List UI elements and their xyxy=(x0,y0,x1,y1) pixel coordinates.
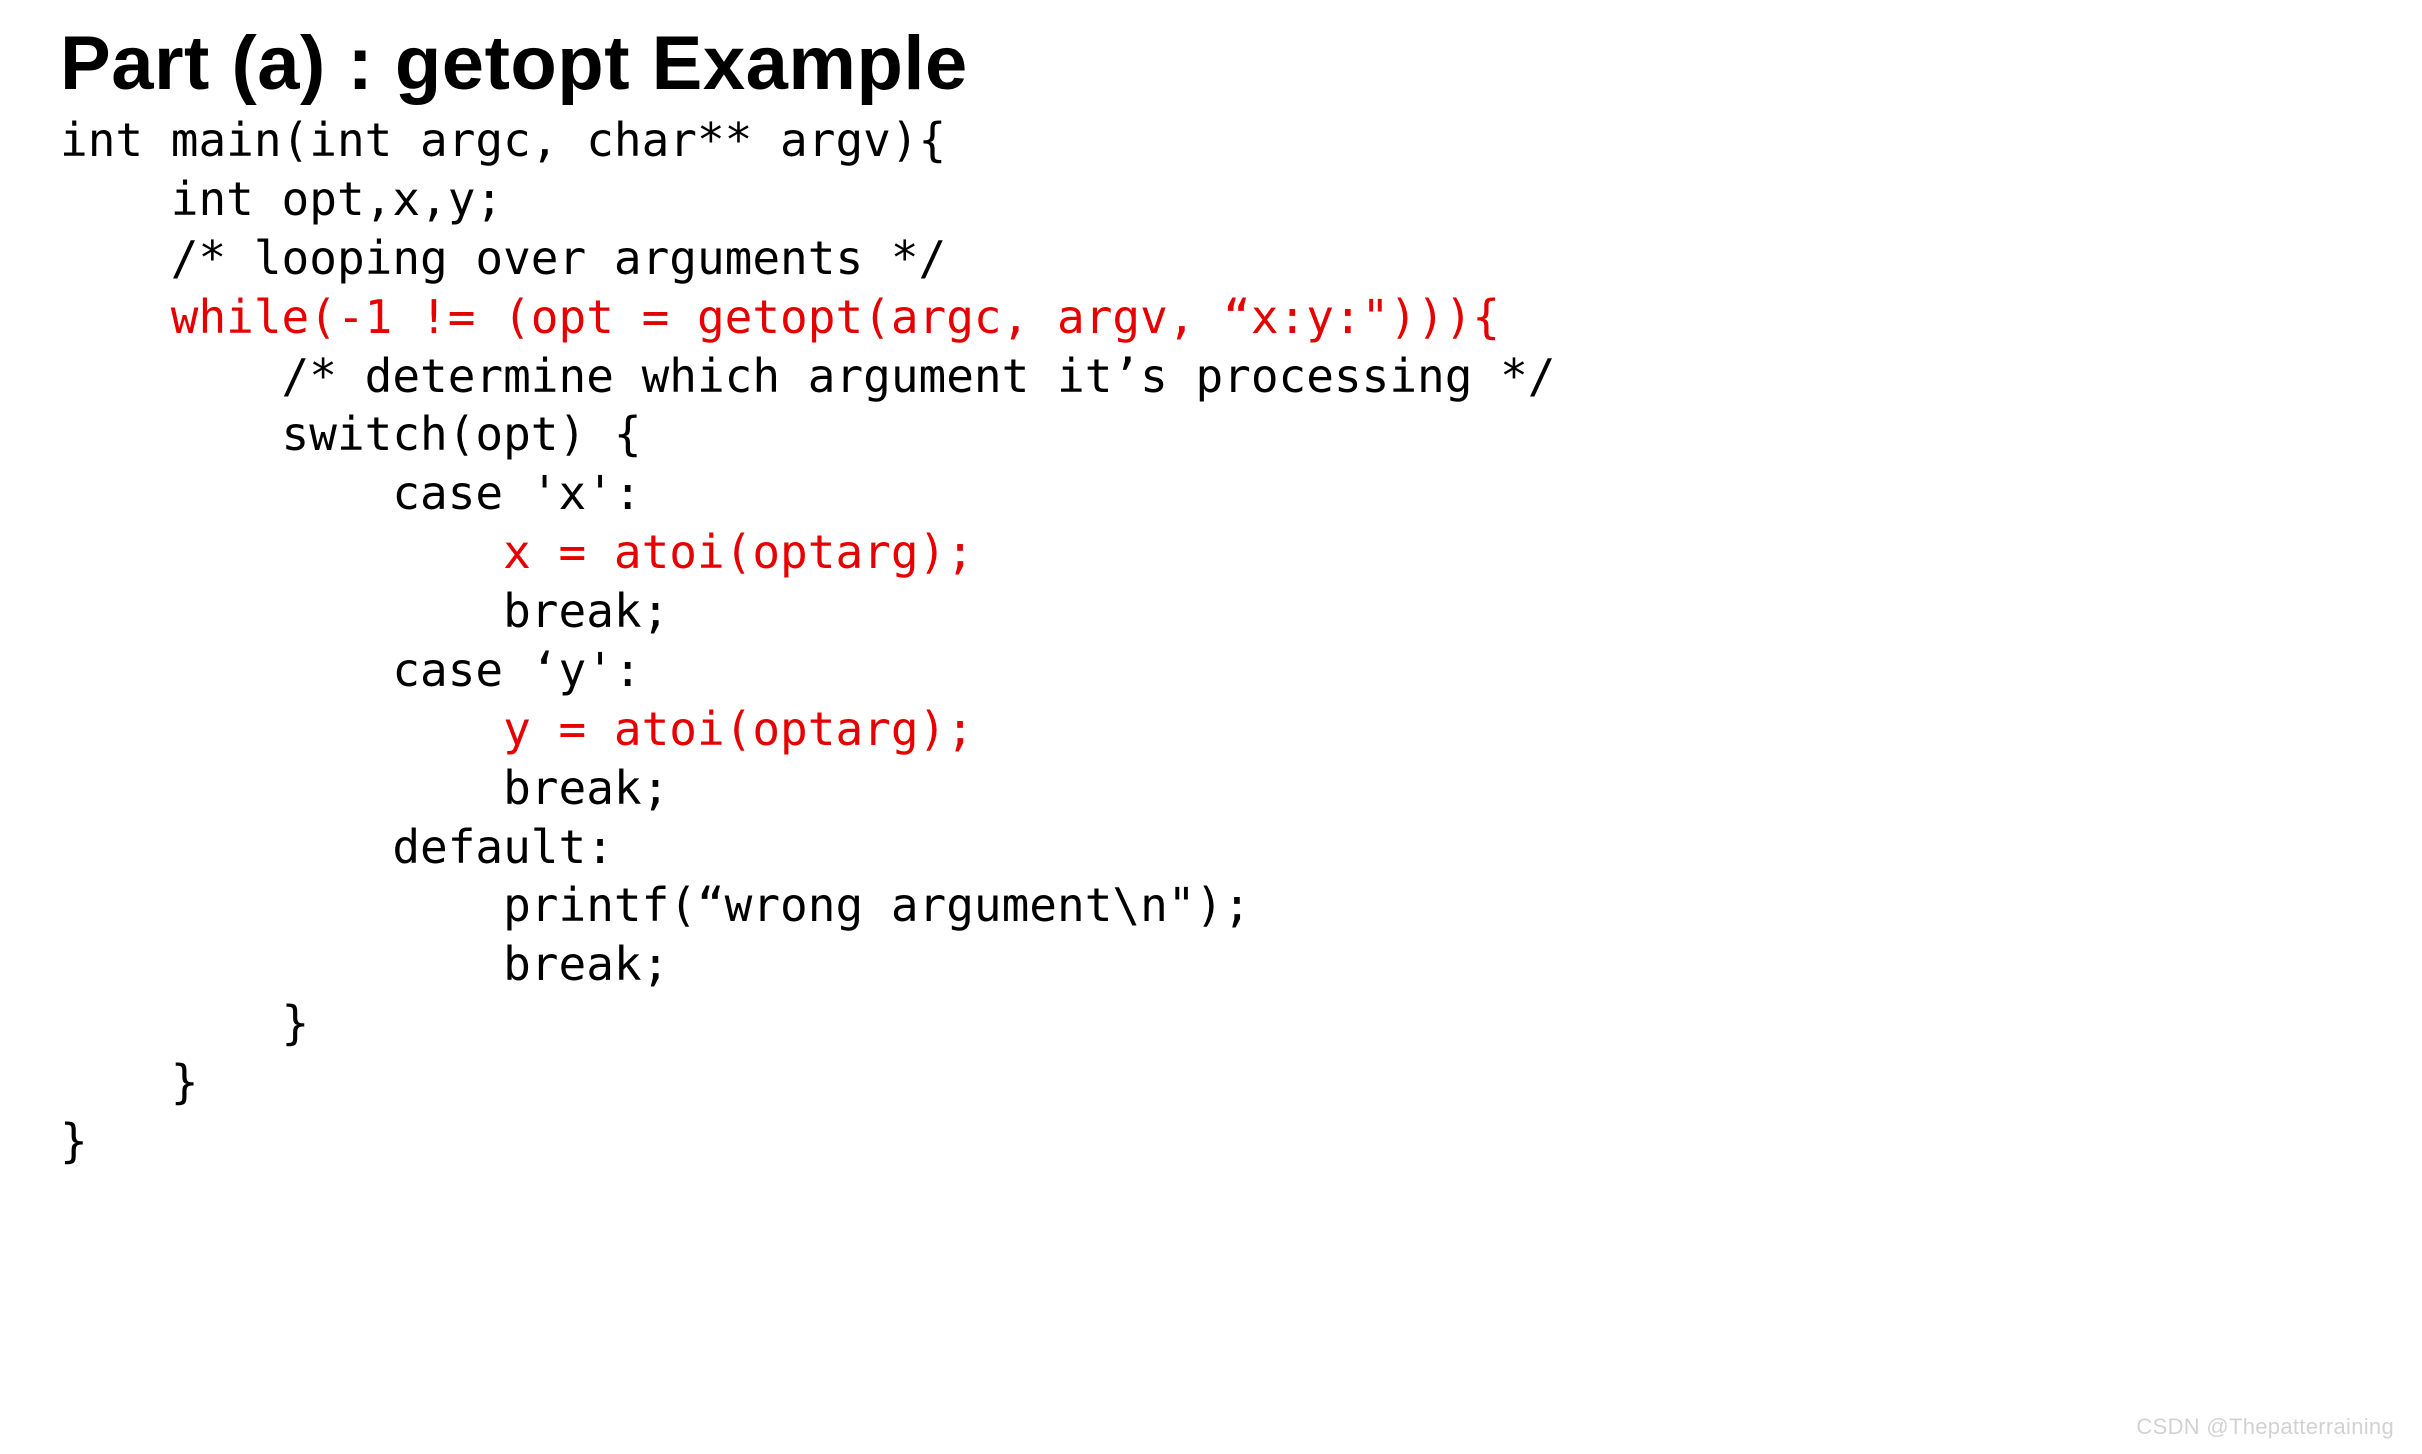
code-line: /* determine which argument it’s process… xyxy=(60,349,1556,403)
code-line: switch(opt) { xyxy=(60,407,642,461)
code-line: } xyxy=(60,1114,88,1168)
code-line: int main(int argc, char** argv){ xyxy=(60,113,946,167)
code-line: /* looping over arguments */ xyxy=(60,231,946,285)
code-line: case 'x': xyxy=(60,466,642,520)
code-line: break; xyxy=(60,761,669,815)
code-line: case ‘y': xyxy=(60,643,642,697)
code-line: default: xyxy=(60,820,614,874)
code-block: int main(int argc, char** argv){ int opt… xyxy=(60,111,2362,1171)
code-line: int opt,x,y; xyxy=(60,172,503,226)
slide: Part (a) : getopt Example int main(int a… xyxy=(0,0,2422,1171)
watermark: CSDN @Thepatterraining xyxy=(2136,1414,2394,1440)
code-line-highlight: x = atoi(optarg); xyxy=(60,525,974,579)
code-line: printf(“wrong argument\n"); xyxy=(60,878,1251,932)
code-line: break; xyxy=(60,937,669,991)
code-line-highlight: y = atoi(optarg); xyxy=(60,702,974,756)
code-line-highlight: while(-1 != (opt = getopt(argc, argv, “x… xyxy=(60,290,1500,344)
slide-title: Part (a) : getopt Example xyxy=(60,20,2362,107)
code-line: break; xyxy=(60,584,669,638)
code-line: } xyxy=(60,996,309,1050)
code-line: } xyxy=(60,1055,198,1109)
